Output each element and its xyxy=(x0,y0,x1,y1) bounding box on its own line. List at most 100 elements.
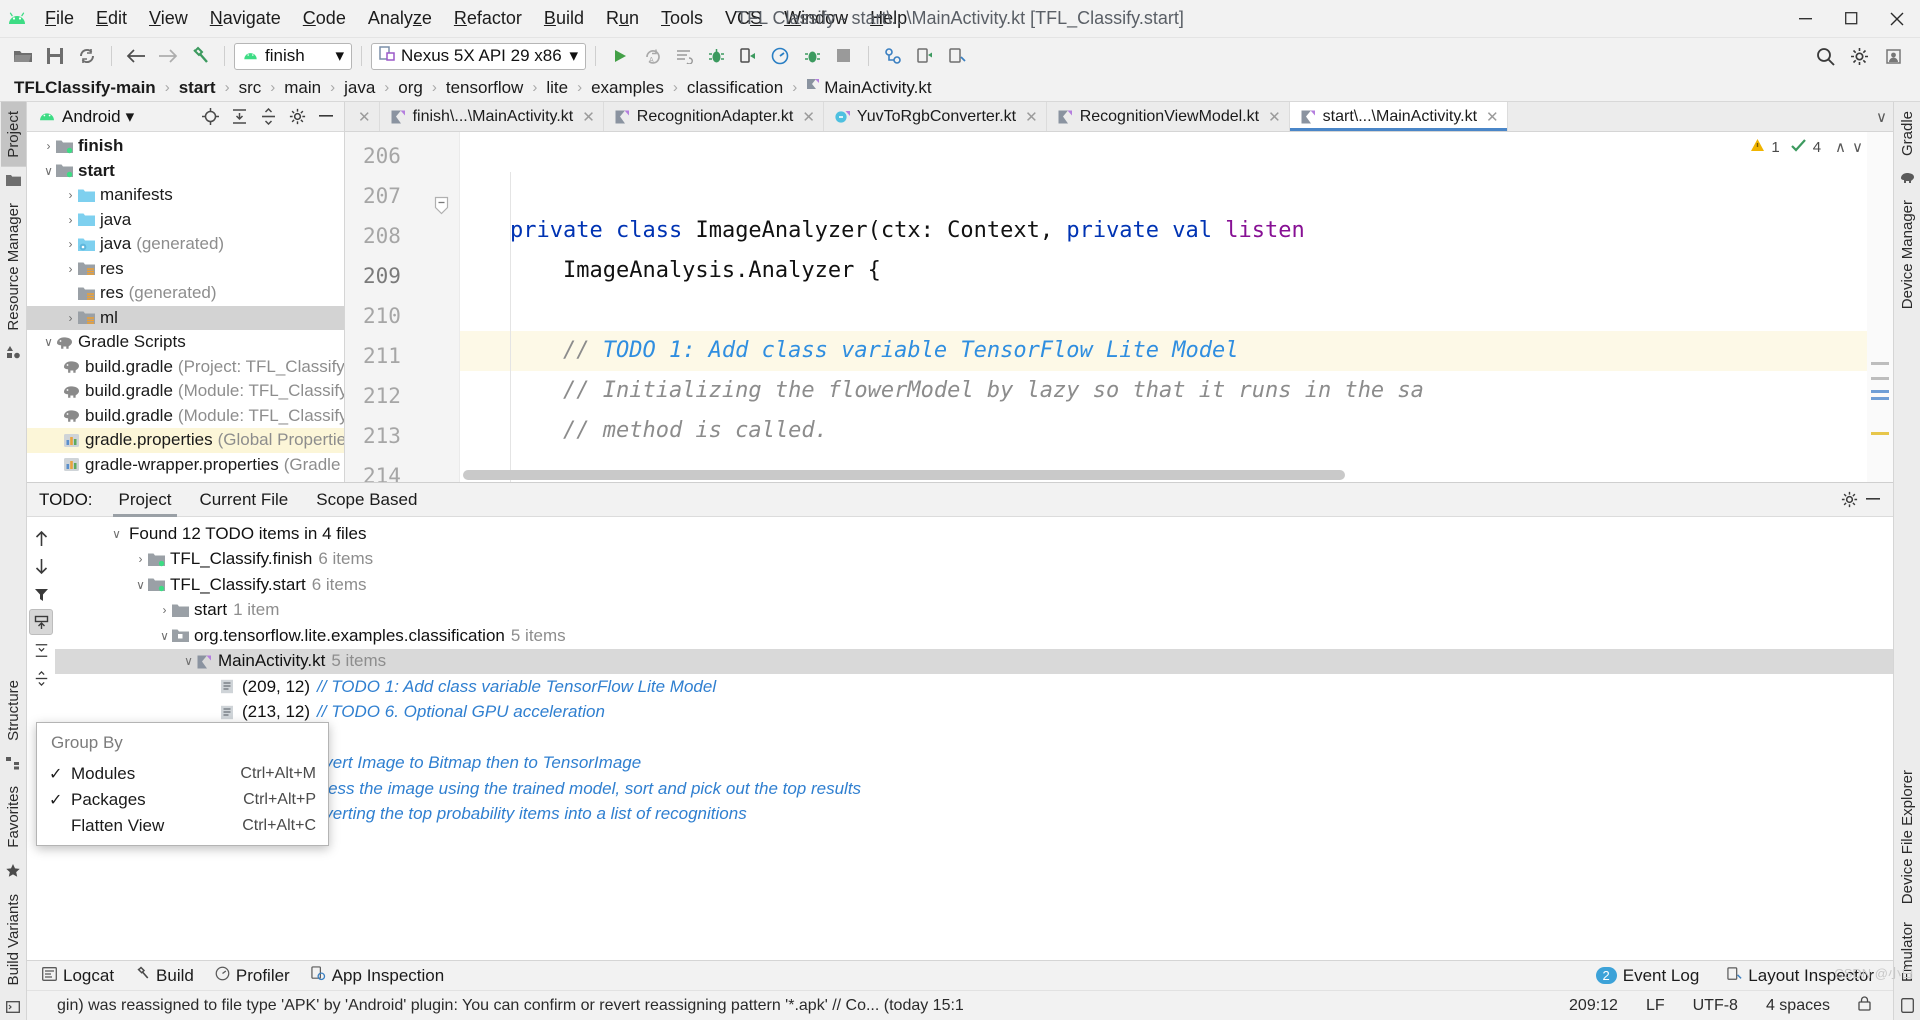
todo-tab-current-file[interactable]: Current File xyxy=(185,483,302,516)
menu-view[interactable]: View xyxy=(138,4,199,33)
sidebar-tab-favorites[interactable]: Favorites xyxy=(1,777,26,857)
todo-item-row[interactable]: (209, 12) // TODO 1: Add class variable T… xyxy=(55,674,1893,700)
menu-tools[interactable]: Tools xyxy=(650,4,714,33)
next-occurrence-icon[interactable] xyxy=(29,553,53,579)
chevron-right-icon[interactable]: › xyxy=(41,139,56,153)
project-tree-row[interactable]: › manifests xyxy=(27,183,344,208)
menu-code[interactable]: Code xyxy=(292,4,357,33)
sidebar-tab-gradle[interactable]: Gradle xyxy=(1895,102,1920,165)
close-icon[interactable]: ✕ xyxy=(358,108,371,126)
run-configuration-selector[interactable]: finish ▾ xyxy=(234,42,352,70)
inspection-widget[interactable]: 1 4 ∧ ∨ xyxy=(1750,138,1863,156)
search-icon[interactable] xyxy=(1810,42,1840,70)
debug-icon[interactable] xyxy=(701,42,731,70)
code-line[interactable] xyxy=(460,291,1893,331)
close-icon[interactable]: ✕ xyxy=(1268,108,1281,126)
breadcrumb-item-2[interactable]: src xyxy=(239,78,262,98)
settings-gear-icon[interactable] xyxy=(285,106,309,128)
device-explorer-icon[interactable] xyxy=(910,42,940,70)
apply-changes-icon[interactable]: A xyxy=(637,42,667,70)
sdk-manager-icon[interactable] xyxy=(878,42,908,70)
gradle-elephant-icon[interactable] xyxy=(1900,165,1915,191)
collapse-all-icon[interactable] xyxy=(29,665,53,691)
menu-build[interactable]: Build xyxy=(533,4,595,33)
menu-run[interactable]: Run xyxy=(595,4,650,33)
resource-manager-icon[interactable] xyxy=(6,339,21,366)
project-tree-row[interactable]: › res xyxy=(27,257,344,282)
filter-icon[interactable] xyxy=(29,581,53,607)
device-selector[interactable]: Nexus 5X API 29 x86 ▾ xyxy=(371,42,586,70)
menu-help[interactable]: Help xyxy=(859,4,918,33)
tab-overflow-button[interactable]: ∨ xyxy=(1870,102,1893,131)
close-icon[interactable]: ✕ xyxy=(1025,108,1038,126)
menu-file[interactable]: File xyxy=(34,4,85,33)
todo-group-row[interactable]: ∨ TFL_Classify.start 6 items xyxy=(55,572,1893,598)
line-separator[interactable]: LF xyxy=(1632,997,1679,1015)
code-text[interactable]: private class ImageAnalyzer(ctx: Context… xyxy=(460,132,1893,482)
apply-code-changes-icon[interactable] xyxy=(669,42,699,70)
project-tree-row[interactable]: build.gradle (Module: TFL_Classify. xyxy=(27,404,344,429)
chevron-right-icon[interactable]: › xyxy=(157,603,172,617)
chevron-right-icon[interactable]: › xyxy=(63,213,78,227)
build-hammer-icon[interactable] xyxy=(185,42,215,70)
breadcrumb-item-8[interactable]: examples xyxy=(591,78,664,98)
save-all-icon[interactable] xyxy=(40,42,70,70)
close-icon[interactable]: ✕ xyxy=(802,108,815,126)
breadcrumb-item-1[interactable]: start xyxy=(179,78,216,98)
menu-refactor[interactable]: Refactor xyxy=(443,4,533,33)
editor-tab-strip[interactable]: ✕ finish\...\MainActivity.kt ✕ RecognitionA… xyxy=(345,102,1893,132)
project-tree-row[interactable]: ∨ Gradle Scripts xyxy=(27,330,344,355)
chevron-right-icon[interactable]: › xyxy=(63,262,78,276)
maximize-button[interactable] xyxy=(1828,0,1874,38)
status-message[interactable]: gin) was reassigned to file type 'APK' b… xyxy=(57,997,1555,1015)
hide-panel-icon[interactable] xyxy=(1861,489,1885,511)
tab-close-all[interactable]: ✕ xyxy=(345,102,380,131)
chevron-down-icon[interactable]: ∨ xyxy=(109,527,124,541)
lock-icon[interactable] xyxy=(1844,995,1885,1016)
todo-item-row[interactable] xyxy=(55,725,1893,751)
code-line[interactable]: private class ImageAnalyzer(ctx: Context… xyxy=(460,211,1893,251)
horizontal-scrollbar[interactable] xyxy=(463,470,1863,480)
bottom-tab-event-log[interactable]: 2 Event Log xyxy=(1587,963,1709,989)
run-icon[interactable] xyxy=(605,42,635,70)
popup-item-packages[interactable]: ✓ Packages Ctrl+Alt+P xyxy=(37,787,328,813)
project-tree[interactable]: › finish ∨ start › manifests › java › java (genera… xyxy=(27,132,344,482)
emulator-icon[interactable] xyxy=(1900,991,1914,1020)
project-tree-row[interactable]: res (generated) xyxy=(27,281,344,306)
todo-tab-project[interactable]: Project xyxy=(105,483,186,517)
popup-item-flatten-view[interactable]: Flatten View Ctrl+Alt+C xyxy=(37,813,328,839)
chevron-down-icon[interactable]: ∨ xyxy=(133,578,148,592)
layout-inspector-icon[interactable] xyxy=(942,42,972,70)
menu-edit[interactable]: Edit xyxy=(85,4,138,33)
sidebar-tab-device-file-explorer[interactable]: Device File Explorer xyxy=(1895,761,1920,913)
todo-group-row[interactable]: › start 1 item xyxy=(55,598,1893,624)
todo-item-row[interactable]: (213, 12) // TODO 6. Optional GPU acceler… xyxy=(55,700,1893,726)
minimize-button[interactable] xyxy=(1782,0,1828,38)
menu-navigate[interactable]: Navigate xyxy=(199,4,292,33)
chevron-down-icon[interactable]: ∨ xyxy=(41,335,56,349)
project-tree-row[interactable]: gradle.properties (Global Propertie xyxy=(27,428,344,453)
sidebar-tab-project[interactable]: Project xyxy=(0,102,26,167)
close-icon[interactable]: ✕ xyxy=(1486,108,1499,126)
back-arrow-icon[interactable] xyxy=(121,42,151,70)
todo-group-row[interactable]: › TFL_Classify.finish 6 items xyxy=(55,547,1893,573)
attach-debugger-icon[interactable] xyxy=(733,42,763,70)
todo-group-row[interactable]: ∨ MainActivity.kt 5 items xyxy=(55,648,1893,674)
terminal-icon[interactable] xyxy=(6,994,20,1020)
editor-tab-4[interactable]: start\...\MainActivity.kt ✕ xyxy=(1289,102,1508,131)
stop-icon[interactable] xyxy=(829,42,859,70)
sidebar-tab-structure[interactable]: Structure xyxy=(1,671,26,750)
bottom-tab-build[interactable]: Build xyxy=(126,963,203,989)
editor-tab-1[interactable]: RecognitionAdapter.kt ✕ xyxy=(604,102,824,131)
code-line[interactable]: // method is called. xyxy=(460,411,1893,451)
chevron-down-icon[interactable]: ∨ xyxy=(1876,108,1887,126)
project-tree-row[interactable]: › ml xyxy=(27,305,344,330)
chevron-down-icon[interactable]: ▾ xyxy=(126,107,135,127)
project-folder-icon[interactable] xyxy=(5,167,21,194)
breadcrumb-item-4[interactable]: java xyxy=(344,78,375,98)
sidebar-tab-resource-manager[interactable]: Resource Manager xyxy=(1,194,26,340)
collapse-all-icon[interactable] xyxy=(256,106,280,128)
forward-arrow-icon[interactable] xyxy=(153,42,183,70)
sync-icon[interactable] xyxy=(72,42,102,70)
editor-tab-0[interactable]: finish\...\MainActivity.kt ✕ xyxy=(380,102,604,131)
